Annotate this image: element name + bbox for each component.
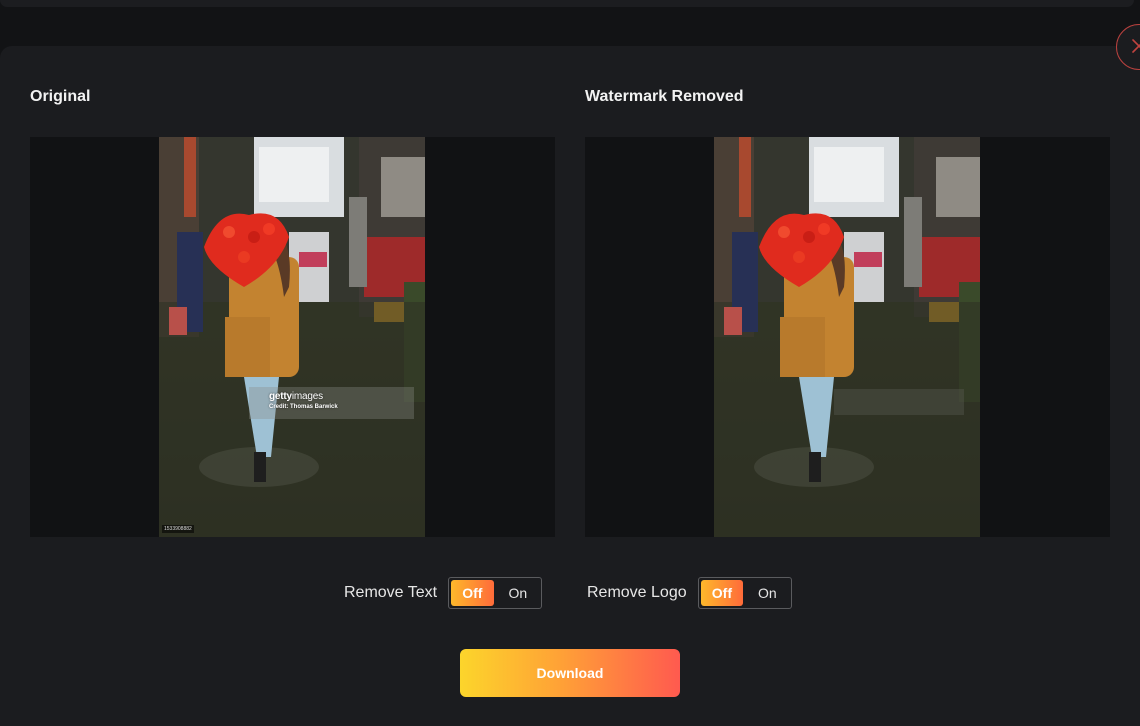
download-button[interactable]: Download — [460, 649, 680, 697]
close-icon — [1132, 39, 1140, 53]
watermark-brand-light: images — [291, 391, 323, 402]
watermark-image-id: 1533908882 — [162, 525, 194, 533]
watermark-brand-bold: getty — [269, 391, 292, 402]
remove-text-on-option[interactable]: On — [497, 580, 540, 606]
remove-logo-label: Remove Logo — [587, 584, 687, 601]
top-bar — [0, 0, 1134, 7]
remove-logo-on-option[interactable]: On — [746, 580, 789, 606]
original-photo: gettyimages Credit: Thomas Barwick 15339… — [159, 137, 425, 537]
original-title: Original — [30, 88, 91, 105]
original-image-viewer: gettyimages Credit: Thomas Barwick 15339… — [30, 137, 555, 537]
watermark-overlay: gettyimages Credit: Thomas Barwick — [269, 391, 338, 411]
remove-logo-toggle[interactable]: Off On — [697, 577, 792, 609]
remove-text-control: Remove Text Off On — [344, 577, 543, 609]
processed-photo — [714, 137, 980, 537]
remove-logo-off-option[interactable]: Off — [700, 580, 744, 606]
remove-logo-control: Remove Logo Off On — [587, 577, 792, 609]
processed-image-viewer — [585, 137, 1110, 537]
remove-text-label: Remove Text — [344, 584, 438, 601]
remove-text-off-option[interactable]: Off — [451, 580, 494, 606]
watermark-removed-title: Watermark Removed — [585, 88, 744, 105]
remove-text-toggle[interactable]: Off On — [448, 577, 543, 609]
watermark-credit: Credit: Thomas Barwick — [269, 404, 338, 410]
